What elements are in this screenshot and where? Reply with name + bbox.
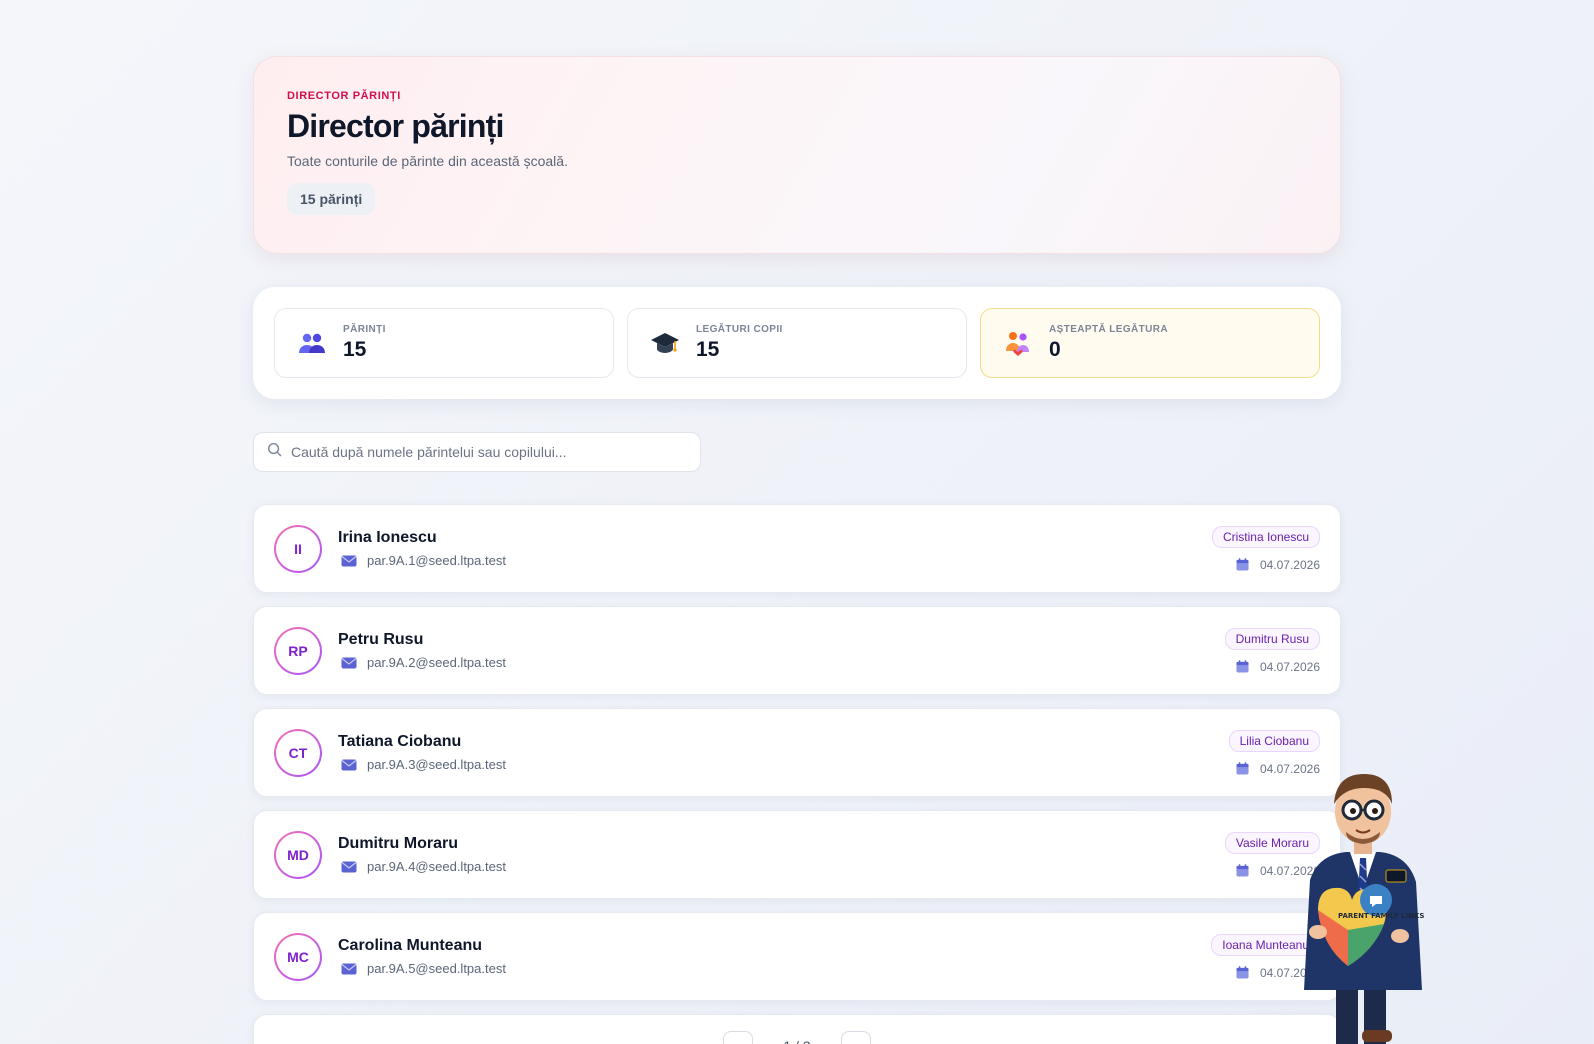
search-input[interactable] xyxy=(291,444,700,460)
calendar-icon xyxy=(1236,864,1249,877)
stat-label: LEGĂTURI COPII xyxy=(696,324,783,335)
parent-name[interactable]: Carolina Munteanu xyxy=(338,937,1211,955)
calendar-icon xyxy=(1236,966,1249,979)
list-item[interactable]: RP Petru Rusu par.9A.2@seed.ltpa.test Du… xyxy=(253,606,1341,695)
parent-email: par.9A.5@seed.ltpa.test xyxy=(367,961,506,976)
stat-value: 15 xyxy=(696,338,720,361)
page-header: DIRECTOR PĂRINȚI Director părinți Toate … xyxy=(253,56,1341,254)
avatar-initials: CT xyxy=(276,730,320,775)
stat-card-child-links: LEGĂTURI COPII 15 xyxy=(627,308,967,378)
child-tag[interactable]: Lilia Ciobanu xyxy=(1228,729,1320,752)
stat-label: AȘTEAPTĂ LEGĂTURA xyxy=(1049,324,1169,335)
page-title: Director părinți xyxy=(287,108,504,144)
avatar: RP xyxy=(274,626,322,675)
stats-panel: PĂRINȚI 15 LEGĂTURI COPII 15 AȘTEAPTĂ LE… xyxy=(253,287,1341,399)
list-item[interactable]: II Irina Ionescu par.9A.1@seed.ltpa.test… xyxy=(253,504,1341,593)
avatar-initials: MC xyxy=(276,934,320,979)
stat-card-awaiting-link: AȘTEAPTĂ LEGĂTURA 0 xyxy=(980,308,1320,378)
graduation-cap-icon xyxy=(650,328,680,358)
parent-name[interactable]: Petru Rusu xyxy=(338,631,1225,649)
principal-mascot-illustration: PARENT FAMILY LINKS xyxy=(1288,760,1438,1044)
child-tag[interactable]: Dumitru Rusu xyxy=(1224,627,1320,650)
envelope-icon xyxy=(341,657,357,669)
page-eyebrow: DIRECTOR PĂRINȚI xyxy=(287,90,401,102)
created-date: 04.07.2026 xyxy=(1259,557,1320,572)
mascot-badge-text: PARENT FAMILY LINKS xyxy=(1338,912,1424,920)
parent-name[interactable]: Dumitru Moraru xyxy=(338,835,1225,853)
avatar: MD xyxy=(274,830,322,879)
stat-value: 0 xyxy=(1049,338,1061,361)
parent-name[interactable]: Irina Ionescu xyxy=(338,529,1212,547)
list-item[interactable]: CT Tatiana Ciobanu par.9A.3@seed.ltpa.te… xyxy=(253,708,1341,797)
stat-card-parents: PĂRINȚI 15 xyxy=(274,308,614,378)
stat-label: PĂRINȚI xyxy=(343,324,386,335)
avatar-initials: MD xyxy=(276,832,320,877)
stat-value: 15 xyxy=(343,338,367,361)
envelope-icon xyxy=(341,759,357,771)
avatar: CT xyxy=(274,728,322,777)
parents-group-icon xyxy=(297,328,327,358)
calendar-icon xyxy=(1236,762,1249,775)
child-tag[interactable]: Cristina Ionescu xyxy=(1211,525,1320,548)
page-indicator: 1 / 3 xyxy=(771,1031,822,1044)
envelope-icon xyxy=(341,555,357,567)
parent-name[interactable]: Tatiana Ciobanu xyxy=(338,733,1229,751)
avatar-initials: II xyxy=(276,526,320,571)
list-item[interactable]: MD Dumitru Moraru par.9A.4@seed.ltpa.tes… xyxy=(253,810,1341,899)
envelope-icon xyxy=(341,861,357,873)
search-icon xyxy=(267,442,282,462)
parents-count-badge: 15 părinți xyxy=(287,183,376,215)
created-date: 04.07.2026 xyxy=(1259,659,1320,674)
page-container: DIRECTOR PĂRINȚI Director părinți Toate … xyxy=(253,56,1341,1044)
parent-email: par.9A.3@seed.ltpa.test xyxy=(367,757,506,772)
family-waiting-icon xyxy=(1003,328,1033,358)
envelope-icon xyxy=(341,963,357,975)
avatar: II xyxy=(274,524,322,573)
parent-email: par.9A.4@seed.ltpa.test xyxy=(367,859,506,874)
calendar-icon xyxy=(1236,558,1249,571)
calendar-icon xyxy=(1236,660,1249,673)
parents-list: II Irina Ionescu par.9A.1@seed.ltpa.test… xyxy=(253,504,1341,1044)
parent-email: par.9A.2@seed.ltpa.test xyxy=(367,655,506,670)
next-page-button[interactable]: › xyxy=(840,1031,871,1044)
page-subtitle: Toate conturile de părinte din această ș… xyxy=(287,153,568,169)
prev-page-button[interactable]: ‹ xyxy=(723,1031,754,1044)
parent-email: par.9A.1@seed.ltpa.test xyxy=(367,553,506,568)
avatar: MC xyxy=(274,932,322,981)
search-box[interactable] xyxy=(253,432,701,472)
pagination: ‹ 1 / 3 › xyxy=(253,1014,1341,1044)
list-item[interactable]: MC Carolina Munteanu par.9A.5@seed.ltpa.… xyxy=(253,912,1341,1001)
avatar-initials: RP xyxy=(276,628,320,673)
